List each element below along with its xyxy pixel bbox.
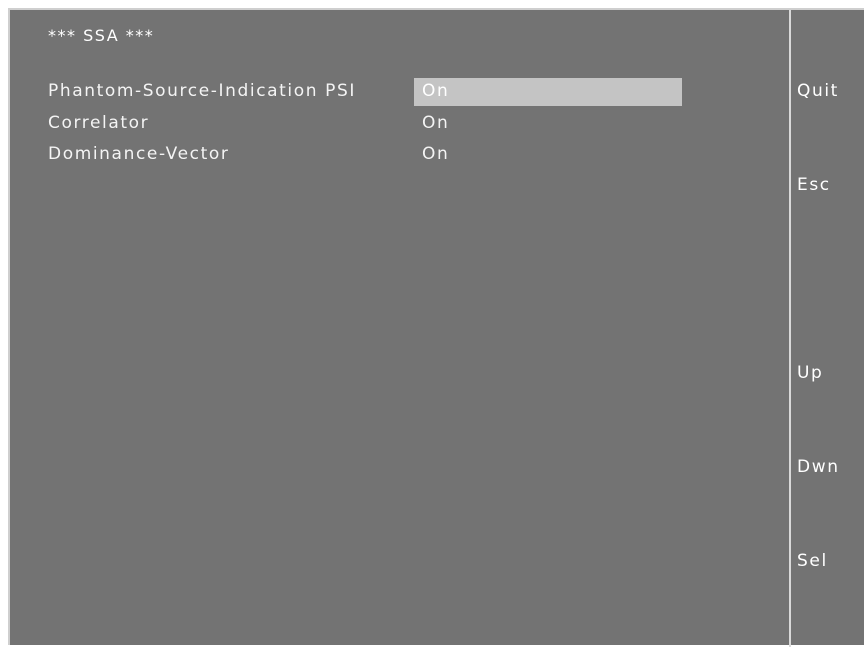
quit-softkey[interactable]: Quit	[797, 81, 863, 107]
esc-softkey[interactable]: Esc	[797, 175, 863, 201]
device-screen: *** SSA *** Phantom-Source-Indication PS…	[8, 8, 866, 647]
softkey-panel: Quit Esc Up Dwn Sel	[789, 10, 866, 647]
menu-item-correlator[interactable]: Correlator On	[48, 111, 688, 139]
menu-item-dominance-vector[interactable]: Dominance-Vector On	[48, 142, 688, 170]
menu-item-value-selected[interactable]: On	[414, 78, 682, 106]
menu-item-value[interactable]: On	[414, 110, 682, 138]
menu-item-label: Phantom-Source-Indication PSI	[48, 81, 356, 101]
down-softkey[interactable]: Dwn	[797, 457, 863, 483]
up-softkey[interactable]: Up	[797, 363, 863, 389]
menu-item-label: Dominance-Vector	[48, 144, 230, 164]
menu-item-value[interactable]: On	[414, 141, 682, 169]
page-title: *** SSA ***	[48, 26, 155, 45]
select-softkey[interactable]: Sel	[797, 551, 863, 577]
menu-item-psi[interactable]: Phantom-Source-Indication PSI On	[48, 78, 688, 107]
menu-item-label: Correlator	[48, 113, 150, 133]
